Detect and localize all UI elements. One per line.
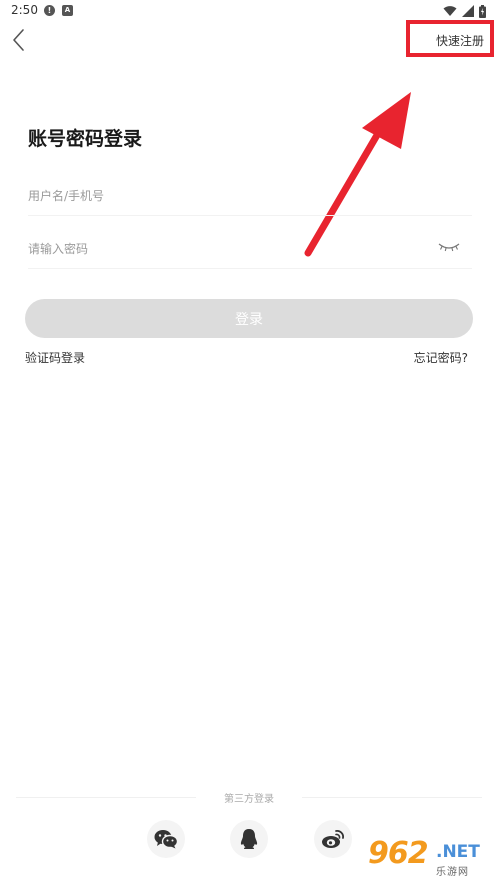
signal-icon [462, 5, 474, 17]
login-button[interactable]: 登录 [25, 299, 473, 338]
sms-login-link[interactable]: 验证码登录 [25, 349, 85, 366]
password-input[interactable] [28, 229, 472, 268]
watermark-suffix: .NET [436, 842, 480, 862]
divider-line-right [302, 797, 482, 798]
wechat-icon [154, 830, 178, 849]
back-button[interactable] [8, 26, 34, 54]
wifi-icon [443, 6, 457, 16]
page-title: 账号密码登录 [28, 128, 143, 150]
weibo-icon [322, 830, 344, 848]
username-input[interactable] [28, 176, 472, 215]
chevron-left-icon [13, 29, 24, 51]
alert-icon: ! [44, 5, 55, 16]
qq-login-button[interactable] [230, 820, 268, 858]
status-time: 2:50 [11, 3, 38, 17]
status-indicators [443, 4, 486, 18]
password-field-wrapper [28, 229, 472, 269]
eye-closed-icon[interactable] [438, 241, 460, 253]
weibo-login-button[interactable] [314, 820, 352, 858]
battery-icon [479, 4, 486, 18]
app-notification-icon: A [62, 5, 73, 16]
status-bar: 2:50 ! A [0, 0, 498, 22]
watermark-number: 962 [368, 836, 429, 871]
qq-icon [240, 829, 258, 849]
watermark-logo: 962 .NET 乐游网 [362, 836, 494, 881]
third-party-divider: 第三方登录 [16, 790, 482, 805]
wechat-login-button[interactable] [147, 820, 185, 858]
forgot-password-link[interactable]: 忘记密码? [414, 349, 468, 366]
highlight-box [406, 20, 494, 57]
watermark-sub: 乐游网 [436, 867, 469, 878]
username-field-wrapper [28, 176, 472, 216]
